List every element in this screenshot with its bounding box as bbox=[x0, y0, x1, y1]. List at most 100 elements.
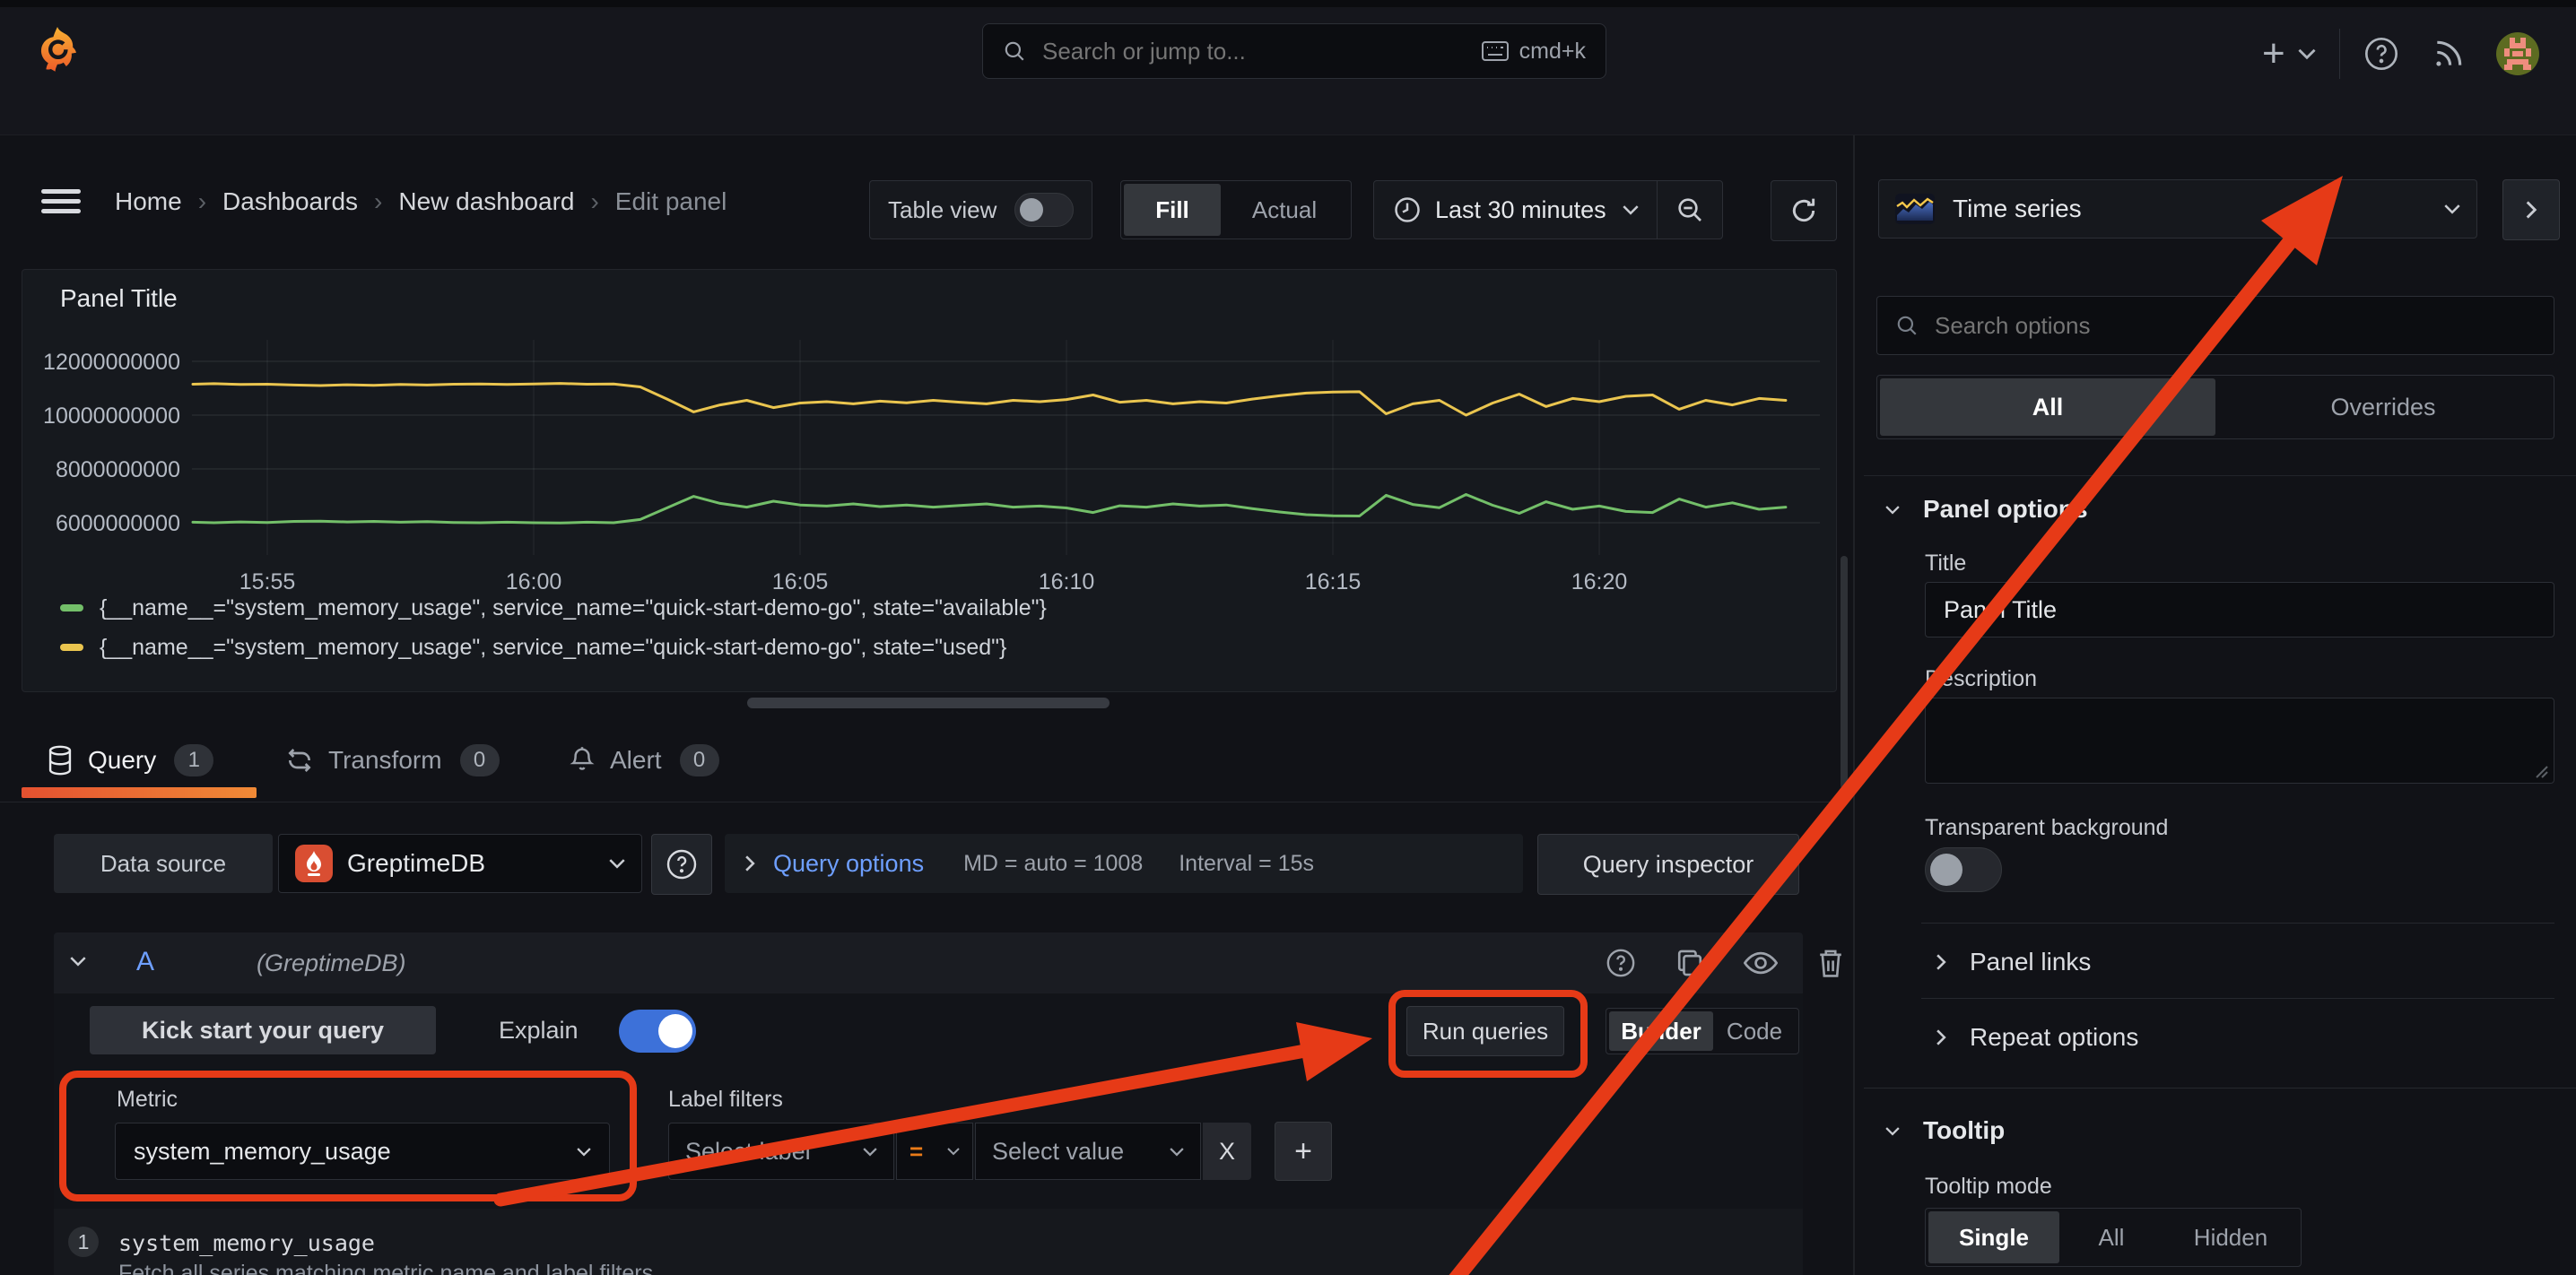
chevron-down-icon bbox=[577, 1147, 591, 1157]
time-picker[interactable]: Last 30 minutes bbox=[1373, 180, 1723, 239]
search-shortcut: cmd+k bbox=[1519, 39, 1586, 65]
grafana-logo-icon[interactable] bbox=[36, 25, 79, 75]
remove-filter-button[interactable]: X bbox=[1203, 1123, 1251, 1180]
viz-expand-button[interactable] bbox=[2502, 179, 2560, 240]
tooltip-single-option[interactable]: Single bbox=[1928, 1211, 2059, 1263]
title-label: Title bbox=[1925, 551, 1966, 577]
chevron-right-icon bbox=[2525, 201, 2537, 219]
eye-icon[interactable] bbox=[1744, 950, 1778, 976]
tab-count-badge: 0 bbox=[460, 744, 500, 776]
chart-panel: Panel Title 15:5516:0016:0516:1016:1516:… bbox=[22, 269, 1837, 692]
search-input[interactable] bbox=[1040, 37, 1482, 66]
svg-text:16:15: 16:15 bbox=[1305, 569, 1362, 594]
explain-section: 1 system_memory_usage Fetch all series m… bbox=[54, 1209, 1803, 1275]
datasource-picker[interactable]: GreptimeDB bbox=[278, 834, 642, 893]
duplicate-icon[interactable] bbox=[1675, 948, 1704, 978]
repeat-options-section[interactable]: Repeat options bbox=[1936, 1021, 2138, 1054]
svg-text:12000000000: 12000000000 bbox=[43, 350, 180, 375]
datasource-help-button[interactable] bbox=[651, 834, 712, 895]
select-value-dropdown[interactable]: Select value bbox=[975, 1123, 1201, 1180]
breadcrumb: Home › Dashboards › New dashboard › Edit… bbox=[115, 183, 727, 221]
panel-title-input[interactable] bbox=[1925, 582, 2554, 638]
description-textarea[interactable] bbox=[1925, 698, 2554, 784]
transform-icon bbox=[285, 746, 314, 775]
explain-label: Explain bbox=[499, 1017, 579, 1045]
refresh-button[interactable] bbox=[1771, 180, 1837, 241]
options-sidebar: Time series All Overrides Panel options … bbox=[1864, 135, 2576, 1275]
explain-toggle[interactable] bbox=[619, 1010, 696, 1053]
table-view-label: Table view bbox=[888, 196, 996, 224]
menu-icon[interactable] bbox=[41, 189, 81, 214]
query-options-link[interactable]: Query options bbox=[773, 850, 924, 878]
row-divider bbox=[1921, 998, 2554, 999]
breadcrumb-separator: › bbox=[374, 187, 382, 216]
legend-label[interactable]: {__name__="system_memory_usage", service… bbox=[100, 635, 1006, 661]
tab-transform[interactable]: Transform 0 bbox=[285, 739, 500, 782]
chevron-down-icon bbox=[609, 858, 625, 869]
operator-dropdown[interactable]: = bbox=[896, 1123, 973, 1180]
tab-query[interactable]: Query 1 bbox=[47, 739, 213, 782]
help-icon[interactable] bbox=[2363, 36, 2399, 72]
pane-splitter[interactable] bbox=[1853, 135, 1855, 1275]
chevron-down-icon bbox=[863, 1147, 877, 1157]
metric-select[interactable]: system_memory_usage bbox=[115, 1123, 610, 1180]
actual-option[interactable]: Actual bbox=[1221, 184, 1348, 236]
tooltip-header[interactable]: Tooltip bbox=[1885, 1115, 2005, 1147]
legend-marker-yellow bbox=[60, 644, 83, 651]
global-search-box[interactable]: cmd+k bbox=[982, 23, 1606, 79]
builder-option[interactable]: Builder bbox=[1609, 1011, 1713, 1051]
help-icon[interactable] bbox=[1606, 948, 1636, 978]
select-label-dropdown[interactable]: Select label bbox=[668, 1123, 894, 1180]
viz-name: Time series bbox=[1953, 195, 2444, 223]
panel-options-header[interactable]: Panel options bbox=[1885, 493, 2088, 525]
breadcrumb-item-dashboards[interactable]: Dashboards bbox=[222, 187, 358, 216]
viz-picker[interactable]: Time series bbox=[1878, 179, 2477, 239]
kick-start-button[interactable]: Kick start your query bbox=[90, 1006, 436, 1054]
builder-code-group: Builder Code bbox=[1606, 1008, 1799, 1054]
select-value-placeholder: Select value bbox=[992, 1138, 1170, 1166]
fill-option[interactable]: Fill bbox=[1124, 184, 1221, 236]
keyboard-icon bbox=[1482, 41, 1509, 61]
options-search-box[interactable] bbox=[1876, 296, 2554, 355]
time-series-chart[interactable]: 15:5516:0016:0516:1016:1516:206000000000… bbox=[22, 270, 1836, 691]
explain-step-badge: 1 bbox=[68, 1227, 99, 1257]
query-row-header[interactable]: A (GreptimeDB) bbox=[54, 932, 1803, 993]
chevron-down-icon bbox=[1885, 1126, 1900, 1136]
legend-label[interactable]: {__name__="system_memory_usage", service… bbox=[100, 595, 1047, 621]
table-view-toggle[interactable] bbox=[1014, 193, 1074, 227]
label-filters-label: Label filters bbox=[668, 1087, 783, 1113]
header-bar: cmd+k + bbox=[0, 7, 2576, 91]
panel-links-section[interactable]: Panel links bbox=[1936, 946, 2091, 978]
news-rss-icon[interactable] bbox=[2432, 37, 2466, 71]
query-inspector-button[interactable]: Query inspector bbox=[1537, 834, 1799, 895]
tab-all[interactable]: All bbox=[1880, 378, 2215, 436]
tooltip-all-option[interactable]: All bbox=[2059, 1211, 2163, 1263]
query-ref-id[interactable]: A bbox=[136, 947, 154, 977]
code-option[interactable]: Code bbox=[1713, 1011, 1796, 1051]
trash-icon[interactable] bbox=[1817, 948, 1844, 978]
transparent-background-toggle[interactable] bbox=[1925, 847, 2002, 892]
database-icon bbox=[47, 745, 74, 776]
breadcrumb-item-new-dashboard[interactable]: New dashboard bbox=[398, 187, 574, 216]
options-search-input[interactable] bbox=[1933, 311, 2536, 341]
chevron-right-icon bbox=[744, 855, 755, 872]
chevron-down-icon[interactable] bbox=[2298, 48, 2316, 60]
add-filter-button[interactable]: + bbox=[1275, 1122, 1332, 1181]
tooltip-hidden-option[interactable]: Hidden bbox=[2163, 1211, 2298, 1263]
zoom-out-icon[interactable] bbox=[1675, 195, 1704, 224]
add-icon[interactable]: + bbox=[2262, 34, 2285, 74]
chevron-right-icon bbox=[1936, 954, 1946, 970]
legend-row-used[interactable]: {__name__="system_memory_usage", service… bbox=[60, 634, 1006, 661]
avatar[interactable] bbox=[2496, 32, 2539, 75]
tab-overrides[interactable]: Overrides bbox=[2215, 378, 2551, 436]
breadcrumb-item-home[interactable]: Home bbox=[115, 187, 182, 216]
tooltip-title: Tooltip bbox=[1923, 1116, 2005, 1145]
pane-resize-handle[interactable] bbox=[747, 698, 1110, 708]
query-options-collapsed[interactable]: Query options MD = auto = 1008 Interval … bbox=[725, 834, 1523, 893]
run-queries-button[interactable]: Run queries bbox=[1406, 1006, 1564, 1056]
breadcrumb-separator: › bbox=[590, 187, 598, 216]
collapse-chevron-icon[interactable] bbox=[70, 956, 86, 967]
legend-row-available[interactable]: {__name__="system_memory_usage", service… bbox=[60, 594, 1047, 621]
query-datasource-hint: (GreptimeDB) bbox=[257, 950, 406, 977]
tab-alert[interactable]: Alert 0 bbox=[569, 739, 719, 782]
